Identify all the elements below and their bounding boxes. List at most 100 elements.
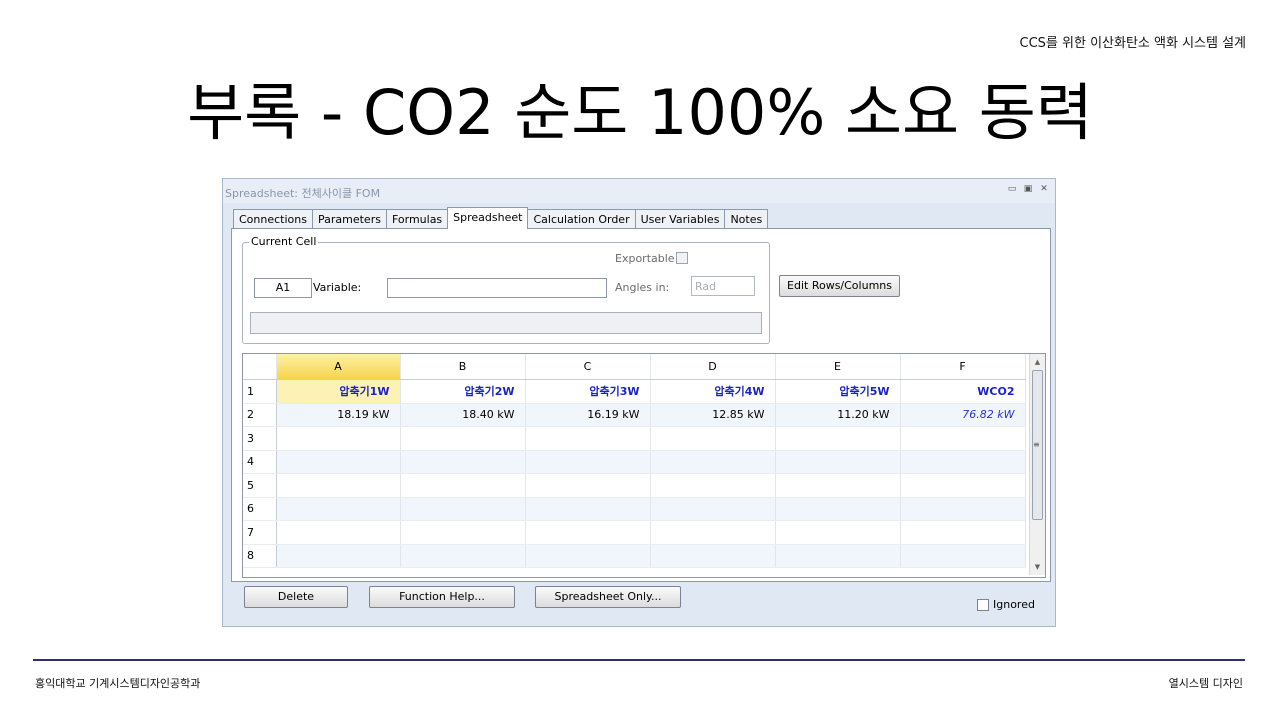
cell-c2[interactable]: 16.19 kW — [525, 403, 651, 427]
grid-cell[interactable] — [900, 497, 1026, 521]
grid-cell[interactable] — [775, 520, 901, 545]
cell-a2[interactable]: 18.19 kW — [276, 403, 401, 427]
cell-c1[interactable]: 압축기3W — [525, 379, 651, 404]
delete-button[interactable]: Delete — [244, 586, 348, 608]
cell-b1[interactable]: 압축기2W — [400, 379, 526, 404]
grid-cell[interactable] — [900, 426, 1026, 451]
spreadsheet-panel: Current Cell Exportable A1 Variable: Ang… — [231, 228, 1051, 582]
tab-connections[interactable]: Connections — [233, 209, 313, 229]
grid-cell[interactable] — [525, 544, 651, 568]
grid-cell[interactable] — [525, 426, 651, 451]
row-header[interactable]: 1 — [243, 379, 277, 404]
grid-cell[interactable] — [650, 520, 776, 545]
angles-unit-field[interactable]: Rad — [691, 276, 755, 296]
cell-a1[interactable]: 압축기1W — [276, 379, 401, 404]
column-header-c[interactable]: C — [525, 354, 651, 380]
grid-corner[interactable] — [243, 354, 277, 380]
grid-cell[interactable] — [276, 426, 401, 451]
cell-e1[interactable]: 압축기5W — [775, 379, 901, 404]
tab-spreadsheet[interactable]: Spreadsheet — [447, 207, 529, 229]
exportable-label: Exportable — [615, 252, 675, 265]
grid-cell[interactable] — [276, 473, 401, 498]
grid-cell[interactable] — [276, 520, 401, 545]
grid-cell[interactable] — [650, 497, 776, 521]
grid-cell[interactable] — [400, 544, 526, 568]
spreadsheet-only-button[interactable]: Spreadsheet Only... — [535, 586, 681, 608]
footer-left: 홍익대학교 기계시스템디자인공학과 — [35, 677, 201, 690]
grid-cell[interactable] — [525, 497, 651, 521]
column-header-a[interactable]: A — [276, 354, 401, 380]
tab-calculation-order[interactable]: Calculation Order — [527, 209, 636, 229]
grid-cell[interactable] — [775, 473, 901, 498]
grid-cell[interactable] — [900, 473, 1026, 498]
cell-f1[interactable]: WCO2 — [900, 379, 1026, 404]
grid-cell[interactable] — [400, 520, 526, 545]
grid-cell[interactable] — [276, 497, 401, 521]
column-header-e[interactable]: E — [775, 354, 901, 380]
ignored-checkbox[interactable] — [977, 598, 989, 611]
grid-cell[interactable] — [400, 473, 526, 498]
table-row: 4 — [243, 450, 1026, 474]
row-header[interactable]: 4 — [243, 450, 277, 474]
exportable-checkbox[interactable] — [676, 252, 688, 264]
spreadsheet-grid: A B C D E F 1 압축기1W 압축기2W 압축기3W 압축기4W 압축… — [242, 353, 1046, 578]
grid-cell[interactable] — [276, 450, 401, 474]
restore-icon[interactable]: ▣ — [1023, 184, 1033, 194]
cell-e2[interactable]: 11.20 kW — [775, 403, 901, 427]
row-header[interactable]: 6 — [243, 497, 277, 521]
grid-cell[interactable] — [900, 544, 1026, 568]
grid-cell[interactable] — [775, 497, 901, 521]
table-row: 3 — [243, 426, 1026, 451]
grid-cell[interactable] — [525, 520, 651, 545]
spreadsheet-window: Spreadsheet: 전체사이클 FOM ▭ ▣ ✕ Connections… — [222, 178, 1056, 627]
row-header[interactable]: 5 — [243, 473, 277, 498]
grid-cell[interactable] — [400, 426, 526, 451]
variable-input[interactable] — [387, 278, 607, 298]
grid-cell[interactable] — [775, 544, 901, 568]
row-header[interactable]: 7 — [243, 520, 277, 545]
scroll-grip-icon: ≡ — [1033, 440, 1040, 449]
ignored-label: Ignored — [993, 598, 1035, 611]
angles-label: Angles in: — [615, 281, 670, 294]
column-header-f[interactable]: F — [900, 354, 1026, 380]
formula-input[interactable] — [250, 312, 762, 334]
vertical-scrollbar[interactable]: ▲ ≡ ▼ — [1029, 354, 1045, 575]
cell-d1[interactable]: 압축기4W — [650, 379, 776, 404]
tab-notes[interactable]: Notes — [724, 209, 769, 229]
grid-cell[interactable] — [276, 544, 401, 568]
column-header-d[interactable]: D — [650, 354, 776, 380]
column-header-b[interactable]: B — [400, 354, 526, 380]
grid-cell[interactable] — [650, 426, 776, 451]
scroll-up-icon[interactable]: ▲ — [1030, 355, 1045, 369]
window-titlebar: Spreadsheet: 전체사이클 FOM ▭ ▣ ✕ — [223, 179, 1055, 203]
grid-cell[interactable] — [525, 473, 651, 498]
table-row: 8 — [243, 544, 1026, 568]
edit-rows-columns-button[interactable]: Edit Rows/Columns — [779, 275, 900, 297]
row-header[interactable]: 2 — [243, 403, 277, 427]
grid-cell[interactable] — [400, 450, 526, 474]
cell-reference-field[interactable]: A1 — [254, 278, 312, 298]
tab-user-variables[interactable]: User Variables — [634, 209, 726, 229]
tab-parameters[interactable]: Parameters — [311, 209, 387, 229]
grid-cell[interactable] — [650, 544, 776, 568]
grid-cell[interactable] — [525, 450, 651, 474]
row-header[interactable]: 8 — [243, 544, 277, 568]
grid-cell[interactable] — [900, 450, 1026, 474]
row-header[interactable]: 3 — [243, 426, 277, 451]
tab-formulas[interactable]: Formulas — [385, 209, 449, 229]
grid-cell[interactable] — [900, 520, 1026, 545]
grid-cell[interactable] — [650, 473, 776, 498]
table-row: 2 18.19 kW 18.40 kW 16.19 kW 12.85 kW 11… — [243, 403, 1026, 427]
close-icon[interactable]: ✕ — [1039, 184, 1049, 194]
minimize-icon[interactable]: ▭ — [1007, 184, 1017, 194]
grid-cell[interactable] — [400, 497, 526, 521]
cell-f2[interactable]: 76.82 kW — [900, 403, 1026, 427]
scroll-down-icon[interactable]: ▼ — [1030, 560, 1045, 574]
function-help-button[interactable]: Function Help... — [369, 586, 515, 608]
grid-cell[interactable] — [775, 450, 901, 474]
current-cell-legend: Current Cell — [249, 235, 319, 248]
cell-b2[interactable]: 18.40 kW — [400, 403, 526, 427]
grid-cell[interactable] — [650, 450, 776, 474]
grid-cell[interactable] — [775, 426, 901, 451]
cell-d2[interactable]: 12.85 kW — [650, 403, 776, 427]
